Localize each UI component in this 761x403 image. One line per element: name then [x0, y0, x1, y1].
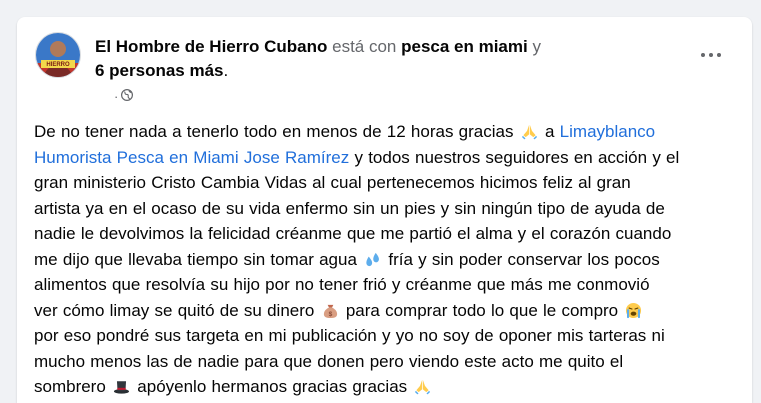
svg-text:$: $	[328, 310, 332, 317]
text-segment: gran ministerio Cristo Cambia Vidas al c…	[34, 173, 631, 192]
text-segment: artista ya en el ocaso de su vida enferm…	[34, 198, 665, 218]
text-segment: para comprar todo lo que le compro	[345, 300, 619, 320]
more-dot	[701, 53, 705, 57]
post-line: Humorista Pesca en Miami Jose Ramírez y …	[34, 145, 730, 171]
header-period: .	[223, 61, 229, 80]
text-segment: nadie le devolvimos la felicidad créanme…	[34, 224, 672, 243]
sweat-droplets-emoji	[364, 251, 381, 268]
post-text: De no tener nada a tenerlo todo en menos…	[34, 119, 730, 400]
is-with-text: está con	[332, 37, 397, 56]
folded-hands-emoji	[414, 378, 431, 395]
money-bag-emoji: $	[322, 302, 339, 319]
post-line: nadie le devolvimos la felicidad créanme…	[34, 221, 730, 247]
post-line: por eso pondré sus targeta en mi publica…	[34, 323, 730, 349]
text-segment: mucho menos las de nadie para que donen …	[34, 351, 624, 371]
text-segment: De no tener nada a tenerlo todo en menos…	[34, 122, 514, 141]
author-avatar[interactable]: HIERRO	[35, 32, 81, 78]
post-header: El Hombre de Hierro Cubano está con pesc…	[95, 35, 605, 83]
post-line: me dijo que llevaba tiempo sin tomar agu…	[34, 247, 730, 273]
text-segment: me dijo que llevaba tiempo sin tomar agu…	[34, 249, 357, 269]
author-name[interactable]: El Hombre de Hierro Cubano	[95, 37, 327, 56]
post-line: mucho menos las de nadie para que donen …	[34, 349, 730, 375]
text-segment: fría y sin poder conservar los pocos	[388, 249, 660, 269]
tagged-place[interactable]: pesca en miami	[401, 37, 528, 56]
tagged-others[interactable]: 6 personas más	[95, 61, 224, 80]
meta-separator: ·	[114, 88, 119, 104]
globe-icon[interactable]	[121, 88, 134, 104]
text-segment: ver cómo limay se quitó de su dinero	[34, 300, 315, 320]
post-line: gran ministerio Cristo Cambia Vidas al c…	[34, 170, 730, 196]
post-line: sombrero apóyenlo hermanos gracias graci…	[34, 374, 730, 400]
more-dot	[717, 53, 721, 57]
folded-hands-emoji	[521, 123, 538, 140]
crying-face-emoji	[625, 302, 642, 319]
text-segment: por eso pondré sus targeta en mi publica…	[34, 326, 665, 345]
and-word: y	[532, 37, 541, 56]
post-line: De no tener nada a tenerlo todo en menos…	[34, 119, 730, 145]
text-segment: sombrero	[34, 377, 106, 396]
more-options-button[interactable]	[693, 41, 729, 69]
text-segment: apóyenlo hermanos gracias gracias	[137, 377, 408, 396]
top-hat-emoji	[113, 378, 130, 395]
post-meta: ·	[114, 88, 134, 104]
text-segment: a	[544, 122, 555, 141]
text-segment: y todos nuestros seguidores en acción y …	[354, 147, 680, 167]
text-segment: alimentos que resolvía su hijo por no te…	[34, 275, 650, 294]
tag-link-jose-ramirez[interactable]: Jose Ramírez	[244, 148, 349, 167]
post-line: artista ya en el ocaso de su vida enferm…	[34, 196, 730, 222]
more-dot	[709, 53, 713, 57]
avatar-badge-text: HIERRO	[46, 62, 70, 68]
tag-link-humorista-pesca[interactable]: Humorista Pesca en Miami	[34, 148, 239, 167]
post-line: ver cómo limay se quitó de su dinero $ p…	[34, 298, 730, 324]
tag-link-limayblanco[interactable]: Limayblanco	[560, 122, 655, 141]
post-line: alimentos que resolvía su hijo por no te…	[34, 272, 730, 298]
post-card: HIERRO El Hombre de Hierro Cubano está c…	[17, 17, 752, 403]
